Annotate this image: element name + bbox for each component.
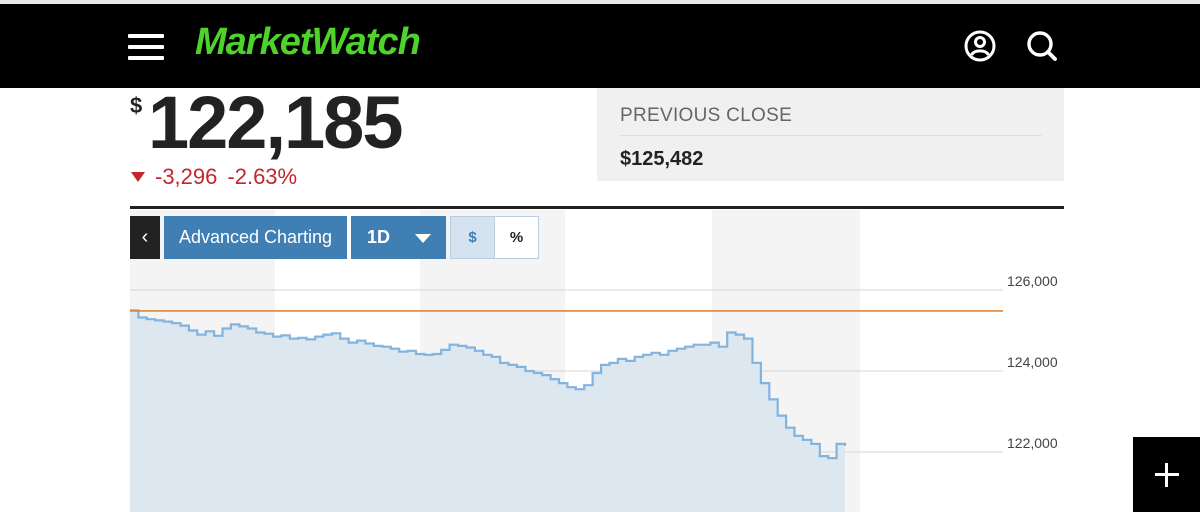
time-range-dropdown[interactable]: 1D <box>351 216 446 259</box>
user-account-icon[interactable] <box>962 28 998 64</box>
hamburger-menu-icon[interactable] <box>126 30 166 64</box>
previous-close-value: $125,482 <box>620 148 704 170</box>
last-price: 122,185 <box>148 81 403 164</box>
session-band <box>712 210 860 512</box>
chevron-down-icon <box>415 234 431 243</box>
price-change-row: -3,296 -2.63% <box>131 164 297 190</box>
value-mode-toggle: $ % <box>450 216 539 259</box>
y-tick-label: 124,000 <box>1007 354 1058 370</box>
price-change: -3,296 <box>155 164 218 189</box>
section-rule <box>130 206 1064 209</box>
site-header: MarketWatch <box>0 4 1200 88</box>
currency-symbol: $ <box>130 93 143 118</box>
time-range-value: 1D <box>367 227 391 247</box>
advanced-charting-button[interactable]: Advanced Charting <box>164 216 347 259</box>
toggle-percent-button[interactable]: % <box>495 217 538 258</box>
previous-close-panel: PREVIOUS CLOSE $125,482 <box>597 88 1064 181</box>
price-change-percent: -2.63% <box>227 164 298 189</box>
chart-back-button[interactable]: ‹ <box>130 216 160 259</box>
y-tick-label: 122,000 <box>1007 435 1058 451</box>
marketwatch-logo[interactable]: MarketWatch <box>195 21 421 64</box>
search-icon[interactable] <box>1024 28 1060 64</box>
previous-close-label: PREVIOUS CLOSE <box>620 105 793 126</box>
y-tick-label: 126,000 <box>1007 273 1058 289</box>
divider <box>620 135 1042 136</box>
toggle-dollar-button[interactable]: $ <box>451 217 495 258</box>
down-triangle-icon <box>131 172 145 182</box>
plus-icon[interactable] <box>1133 437 1200 512</box>
